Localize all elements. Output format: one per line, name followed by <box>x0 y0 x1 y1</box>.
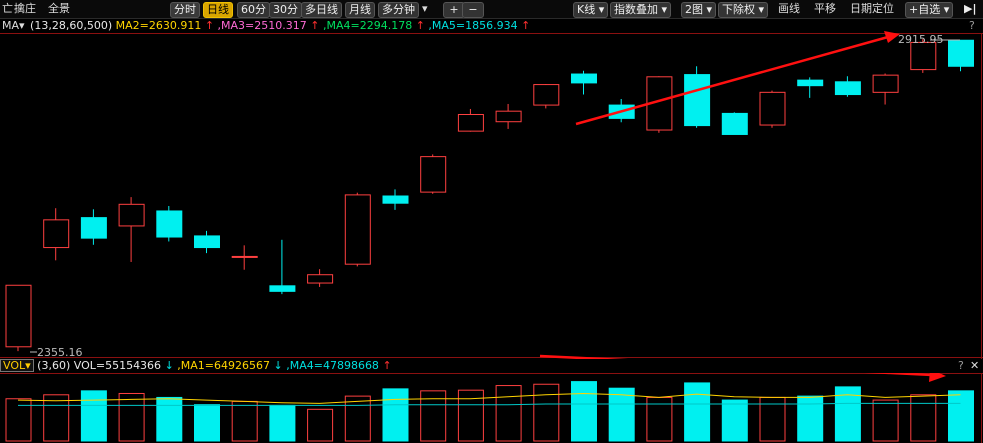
vol-ma1-value: ,MA1=64926567 <box>177 359 270 372</box>
volume-bar <box>457 389 484 442</box>
vol-ma4-value: ,MA4=47898668 <box>286 359 379 372</box>
kline-chart: 2915.95 2355.16 <box>0 31 983 443</box>
vol-ma1-down-arrow-icon: ↓ <box>273 359 283 372</box>
volume-bar <box>608 387 635 442</box>
candle-body <box>834 81 861 96</box>
vol-down-arrow-icon: ↓ <box>164 359 174 372</box>
volume-bar <box>43 394 70 442</box>
vol-tag-label: VOL <box>3 359 26 372</box>
volume-bar <box>231 400 258 442</box>
candle-body <box>5 284 32 348</box>
vol-params: (3,60) <box>37 359 71 372</box>
volume-layer <box>5 381 974 442</box>
candle-body <box>420 156 447 193</box>
candles-layer <box>5 39 974 352</box>
candle-body <box>80 217 107 239</box>
volume-bar <box>948 390 974 442</box>
volume-bar <box>684 382 711 442</box>
vol-indicator-bar: VOL▾ (3,60) VOL=55154366 ↓ ,MA1=64926567… <box>0 359 983 373</box>
volume-bar <box>118 392 145 442</box>
candle-body <box>156 210 183 238</box>
vol-ma4-up-arrow-icon: ↑ <box>382 359 392 372</box>
volume-bar <box>910 394 937 442</box>
volume-bar <box>307 408 334 442</box>
vol-help-icon[interactable]: ? <box>958 359 964 373</box>
candle-body <box>910 41 937 71</box>
volume-bar <box>872 399 899 442</box>
volume-bar <box>194 404 220 442</box>
candle-body <box>307 274 334 284</box>
candle-body <box>194 235 220 249</box>
candle-body <box>684 74 711 127</box>
candle-body <box>797 79 824 87</box>
candle-body <box>231 255 258 258</box>
candle-body <box>43 219 70 249</box>
vol-selector[interactable]: VOL▾ <box>0 359 34 372</box>
volume-bar <box>80 390 107 442</box>
volume-bar <box>533 383 560 442</box>
candle-body <box>721 112 748 135</box>
volume-bar <box>382 388 409 442</box>
vol-close-icon[interactable]: ✕ <box>970 359 979 373</box>
volume-bar <box>571 381 597 442</box>
volume-bar <box>797 395 824 442</box>
volume-bar <box>721 399 748 442</box>
price-trend-arrow <box>575 31 900 126</box>
candle-body <box>118 203 145 227</box>
volume-bar <box>495 385 522 442</box>
candle-body <box>872 74 899 93</box>
candle-body <box>533 84 560 106</box>
volume-bar <box>344 395 371 442</box>
candle-body <box>382 195 409 204</box>
candle-body <box>344 194 371 265</box>
price-low-label: 2355.16 <box>37 346 83 359</box>
candle-body <box>495 110 522 123</box>
candle-body <box>457 114 484 132</box>
volume-bar <box>156 396 183 442</box>
candle-body <box>948 39 974 67</box>
candle-body <box>759 91 786 126</box>
candle-body <box>571 73 597 84</box>
vol-value: VOL=55154366 <box>73 359 162 372</box>
volume-bar <box>269 404 296 442</box>
candle-body <box>269 285 296 292</box>
